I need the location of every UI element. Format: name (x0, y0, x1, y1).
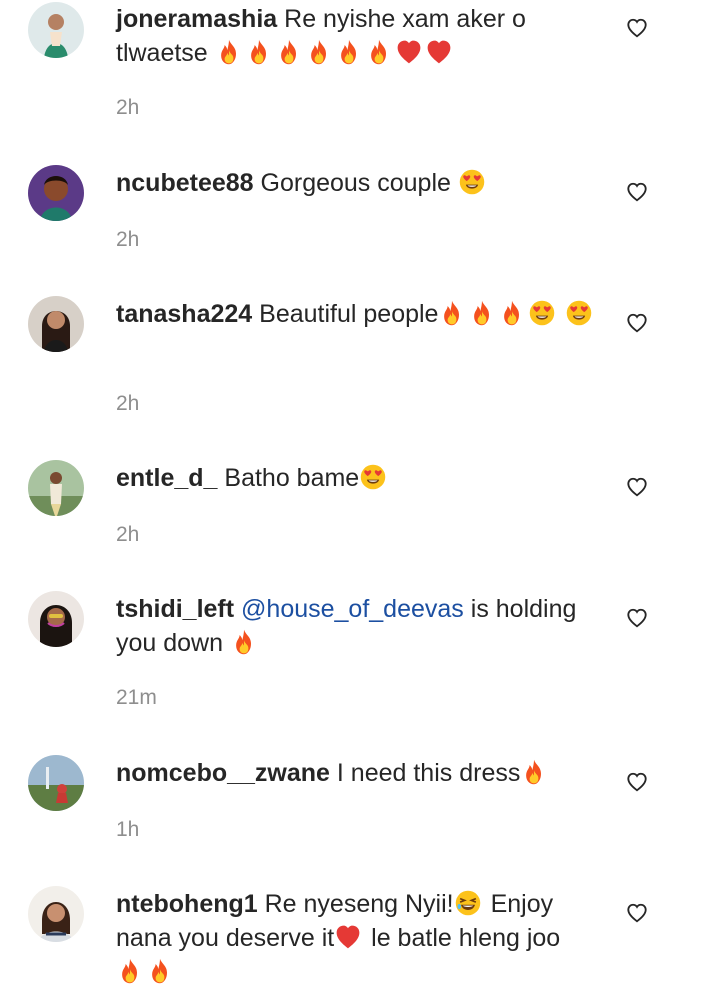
like-heart-icon[interactable] (626, 607, 648, 629)
fire-emoji (468, 299, 496, 327)
fire-emoji (335, 38, 363, 66)
username[interactable]: tshidi_left (116, 595, 234, 623)
comment-time: 1h (116, 818, 140, 841)
fire-emoji (365, 38, 393, 66)
comment-text: le batle hleng joo (371, 924, 561, 952)
heart-eyes-emoji (565, 299, 593, 327)
comment-body: ncubetee88 Gorgeous couple (116, 166, 606, 200)
avatar[interactable] (28, 165, 84, 221)
emoji-group (215, 39, 455, 67)
laughing-emoji (454, 889, 482, 917)
fire-emoji (438, 299, 466, 327)
fire-emoji (116, 957, 144, 985)
comment-text: Re nyeseng Nyii! (264, 890, 454, 918)
fire-emoji (520, 758, 548, 786)
red-heart-emoji (334, 923, 362, 951)
comment-time: 21m (116, 686, 157, 709)
comment-body: tanasha224 Beautiful people (116, 297, 606, 331)
fire-emoji (146, 957, 174, 985)
username[interactable]: nomcebo__zwane (116, 759, 330, 787)
username[interactable]: tanasha224 (116, 300, 252, 328)
comment-time: 2h (116, 96, 140, 119)
avatar[interactable] (28, 591, 84, 647)
comment-text: Beautiful people (259, 300, 439, 328)
fire-emoji (498, 299, 526, 327)
like-heart-icon[interactable] (626, 771, 648, 793)
avatar[interactable] (28, 460, 84, 516)
fire-emoji (215, 38, 243, 66)
comment-time: 2h (116, 523, 140, 546)
comment-text: Batho bame (224, 464, 360, 492)
avatar[interactable] (28, 755, 84, 811)
fire-emoji (305, 38, 333, 66)
comment-body: tshidi_left @house_of_deevas is holding … (116, 592, 606, 660)
like-heart-icon[interactable] (626, 17, 648, 39)
comment-text: Gorgeous couple (260, 169, 451, 197)
username[interactable]: joneramashia (116, 5, 277, 33)
like-heart-icon[interactable] (626, 312, 648, 334)
fire-emoji (245, 38, 273, 66)
avatar[interactable] (28, 296, 84, 352)
username[interactable]: ncubetee88 (116, 169, 254, 197)
comment-text: I need this dress (336, 759, 521, 787)
heart-eyes-emoji (528, 299, 556, 327)
comment-body: nteboheng1 Re nyeseng Nyii! Enjoy nana y… (116, 887, 606, 989)
heart-eyes-emoji (458, 168, 486, 196)
heart-eyes-emoji (359, 463, 387, 491)
like-heart-icon[interactable] (626, 476, 648, 498)
mention-link[interactable]: @house_of_deevas (241, 595, 464, 623)
comment-body: joneramashia Re nyishe xam aker o tlwaet… (116, 2, 606, 70)
red-heart-emoji (425, 38, 453, 66)
comment-body: entle_d_ Batho bame (116, 461, 606, 495)
fire-emoji (230, 628, 258, 656)
like-heart-icon[interactable] (626, 181, 648, 203)
comment-body: nomcebo__zwane I need this dress (116, 756, 606, 790)
username[interactable]: nteboheng1 (116, 890, 258, 918)
fire-emoji (275, 38, 303, 66)
red-heart-emoji (395, 38, 423, 66)
comment-time: 2h (116, 228, 140, 251)
avatar[interactable] (28, 886, 84, 942)
like-heart-icon[interactable] (626, 902, 648, 924)
username[interactable]: entle_d_ (116, 464, 217, 492)
comment-time: 2h (116, 392, 140, 415)
avatar[interactable] (28, 2, 84, 58)
